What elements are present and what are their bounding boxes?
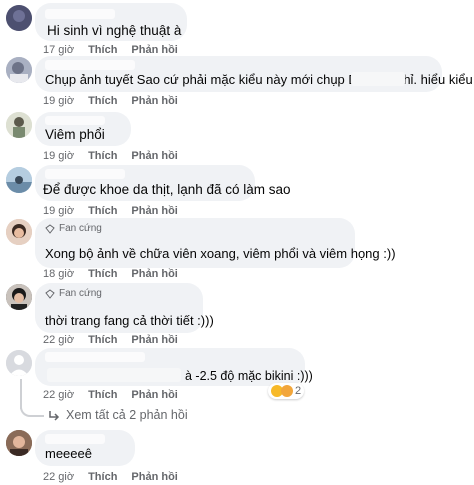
comment-bubble: Hi sinh vì nghệ thuật à [35,3,187,41]
comment-text: Để được khoe da thịt, lạnh đã có làm sao [43,182,291,197]
like-button[interactable]: Thích [88,150,117,162]
like-button[interactable]: Thích [88,268,117,280]
redacted-name [45,434,105,444]
redacted-name [45,60,135,70]
comment-text: Hi sinh vì nghệ thuật à [47,23,182,38]
comment-time[interactable]: 19 giờ [43,95,74,107]
comment-meta: 19 giờ Thích Phản hồi [43,205,178,217]
comment-time[interactable]: 17 giờ [43,44,74,56]
comment-time[interactable]: 19 giờ [43,150,74,162]
fan-badge: Fan cứng [45,288,102,299]
view-replies-link[interactable]: Xem tất cả 2 phản hồi [48,408,188,422]
reply-arrow-icon [49,411,60,421]
avatar[interactable] [6,284,32,310]
user-avatar-icon [6,112,32,138]
comment-text: Chụp ảnh tuyết Sao cứ phải mặc kiểu này … [45,72,474,87]
redacted-name [45,9,115,19]
reply-button[interactable]: Phản hồi [131,205,177,217]
reply-button[interactable]: Phản hồi [131,150,177,162]
reply-button[interactable]: Phản hồi [131,334,177,346]
reaction-count: 2 [295,385,302,397]
avatar[interactable] [6,350,32,376]
comment-text: Xong bộ ảnh về chữa viên xoang, viêm phổ… [45,246,396,261]
user-avatar-icon [6,5,32,31]
like-button[interactable]: Thích [88,334,117,346]
comment-bubble: Chụp ảnh tuyết Sao cứ phải mặc kiểu này … [35,56,474,92]
comment-meta: 17 giờ Thích Phản hồi [43,44,178,56]
avatar[interactable] [6,219,32,245]
comment-bubble: Để được khoe da thịt, lạnh đã có làm sao [35,165,291,201]
comment-time[interactable]: 19 giờ [43,205,74,217]
comment-time[interactable]: 18 giờ [43,268,74,280]
like-button[interactable]: Thích [88,205,117,217]
default-avatar-icon [6,350,32,376]
fan-badge: Fan cứng [45,223,102,234]
comment-meta: 22 giờ Thích Phản hồi [43,334,178,346]
redacted-text [47,368,181,382]
diamond-icon [45,223,55,234]
comment-time[interactable]: 22 giờ [43,389,74,401]
reply-button[interactable]: Phản hồi [131,95,177,107]
avatar[interactable] [6,112,32,138]
like-button[interactable]: Thích [88,389,117,401]
comment-time[interactable]: 22 giờ [43,471,74,483]
user-avatar-icon [6,430,32,456]
avatar[interactable] [6,167,32,193]
comment-meta: 22 giờ Thích Phản hồi [43,389,178,401]
comment-bubble: Fan cứng Xong bộ ảnh về chữa viên xoang,… [35,218,396,268]
redacted-name [45,169,125,179]
user-avatar-icon [6,219,32,245]
comment-time[interactable]: 22 giờ [43,334,74,346]
user-avatar-icon [6,167,32,193]
comment-meta: 22 giờ Thích Phản hồi [43,471,178,483]
comment-meta: 19 giờ Thích Phản hồi [43,150,178,162]
reply-button[interactable]: Phản hồi [131,268,177,280]
comment-text: Viêm phổi [45,127,105,142]
user-avatar-icon [6,284,32,310]
sad-reaction-icon [281,385,293,397]
avatar[interactable] [6,5,32,31]
like-button[interactable]: Thích [88,95,117,107]
like-button[interactable]: Thích [88,471,117,483]
reply-button[interactable]: Phản hồi [131,471,177,483]
avatar[interactable] [6,57,32,83]
reply-button[interactable]: Phản hồi [131,389,177,401]
like-button[interactable]: Thích [88,44,117,56]
redacted-name [45,352,145,362]
comment-bubble: meeeeê [35,430,135,466]
reaction-summary[interactable]: 2 [268,383,305,399]
fan-badge-label: Fan cứng [59,223,102,234]
comment-text: thời trang fang cả thời tiết :))) [45,313,214,328]
reply-button[interactable]: Phản hồi [131,44,177,56]
comment-bubble: Viêm phổi [35,112,131,146]
avatar[interactable] [6,430,32,456]
redacted-name [45,116,105,125]
view-replies-label: Xem tất cả 2 phản hồi [66,408,188,422]
fan-badge-label: Fan cứng [59,288,102,299]
user-avatar-icon [6,57,32,83]
diamond-icon [45,288,55,299]
thread-connector [20,405,44,417]
comment-text: meeeeê [45,446,92,461]
comment-bubble: à -2.5 độ mặc bikini :))) [35,348,313,386]
comment-meta: 18 giờ Thích Phản hồi [43,268,178,280]
comment-bubble: Fan cứng thời trang fang cả thời tiết :)… [35,283,214,333]
comment-meta: 19 giờ Thích Phản hồi [43,95,178,107]
redacted-text [351,72,405,86]
